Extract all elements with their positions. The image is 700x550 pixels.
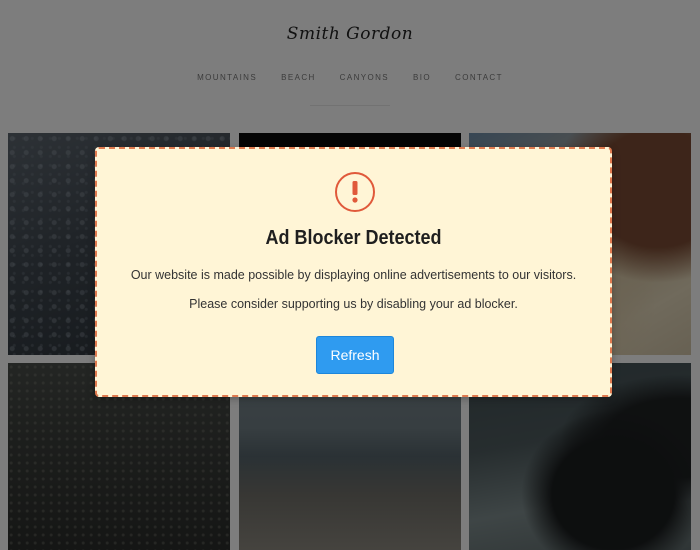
exclamation-circle-icon bbox=[335, 172, 375, 212]
ad-blocker-modal: Ad Blocker Detected Our website is made … bbox=[95, 147, 612, 397]
refresh-button[interactable]: Refresh bbox=[316, 336, 394, 374]
modal-message: Our website is made possible by displayi… bbox=[130, 268, 577, 311]
modal-title: Ad Blocker Detected bbox=[265, 227, 442, 249]
